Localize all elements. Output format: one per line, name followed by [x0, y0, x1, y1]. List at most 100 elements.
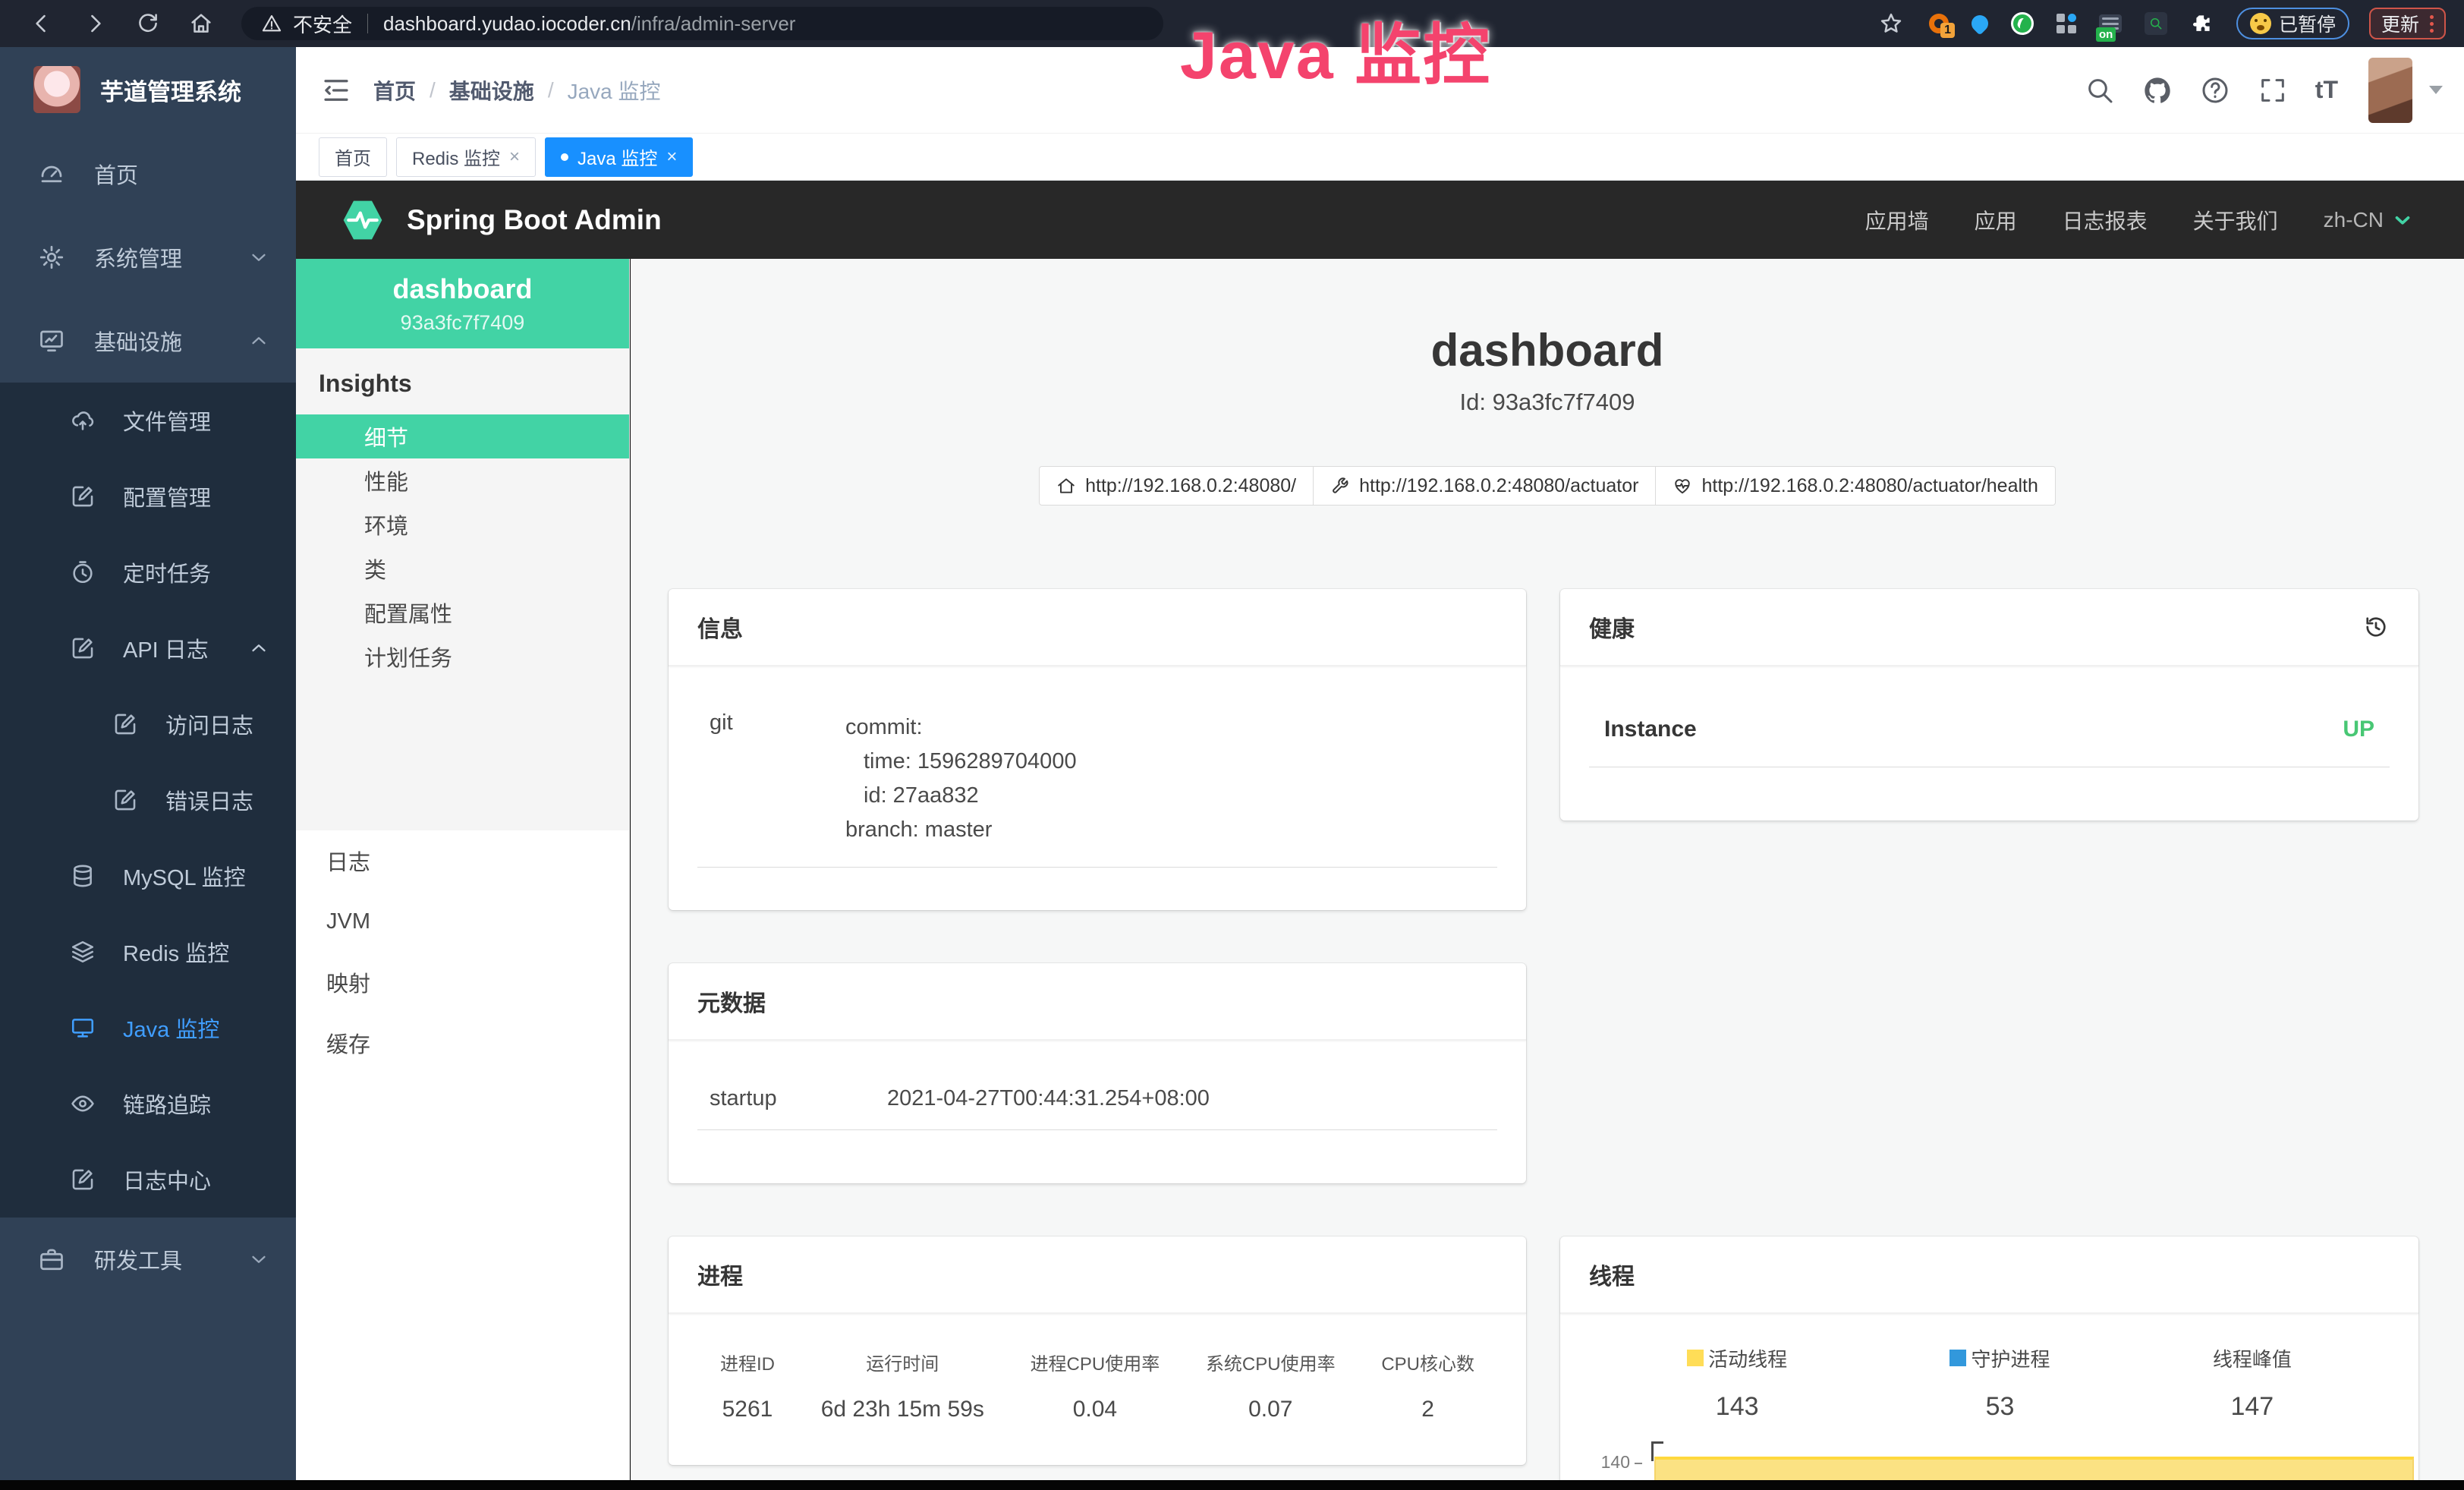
main-sidebar: 芋道管理系统 首页 系统管理 基础设施 文件管理 配置管理 定时任务 API 日…: [0, 47, 296, 1480]
sba-item-jvm[interactable]: JVM: [296, 891, 629, 952]
sidebar-item-dev-tools[interactable]: 研发工具: [0, 1218, 296, 1301]
chevron-up-icon: [247, 329, 270, 352]
instance-id: Id: 93a3fc7f7409: [631, 389, 2464, 416]
github-icon[interactable]: [2142, 75, 2173, 106]
extension-green-icon[interactable]: [2011, 12, 2034, 35]
sba-nav-about[interactable]: 关于我们: [2193, 205, 2278, 235]
sba-item-config-props[interactable]: 配置属性: [296, 591, 629, 635]
health-card: 健康 Instance UP: [1560, 589, 2418, 821]
extension-grid-icon[interactable]: [2056, 14, 2076, 33]
tab-java-monitor[interactable]: Java 监控 ×: [545, 137, 693, 177]
help-icon[interactable]: [2200, 75, 2230, 106]
heartbeat-icon: [1673, 476, 1692, 496]
extensions-puzzle-icon[interactable]: [2190, 12, 2213, 35]
sidebar-item-error-logs[interactable]: 错误日志: [0, 762, 296, 838]
browser-menu-kebab-icon[interactable]: [2430, 15, 2434, 33]
close-icon[interactable]: ×: [509, 146, 520, 168]
sba-logo-icon[interactable]: [338, 196, 387, 244]
home-browser-icon[interactable]: [188, 11, 214, 36]
service-url-button[interactable]: http://192.168.0.2:48080/: [1039, 466, 1314, 506]
status-badge: UP: [2343, 717, 2374, 742]
log-icon: [70, 635, 96, 661]
infra-icon: [38, 327, 65, 354]
sidebar-item-home[interactable]: 首页: [0, 132, 296, 216]
sidebar-item-trace[interactable]: 链路追踪: [0, 1066, 296, 1142]
profile-avatar-emoji: [2250, 13, 2271, 34]
app-header: 首页 / 基础设施 / Java 监控 tT: [296, 47, 2464, 134]
insights-section: Insights 细节 性能 环境 类 配置属性 计划任务: [296, 348, 629, 830]
breadcrumb-home[interactable]: 首页: [373, 75, 416, 106]
extension-pin-icon[interactable]: [1972, 15, 1988, 32]
sidebar-item-mysql-monitor[interactable]: MySQL 监控: [0, 838, 296, 914]
page-url: dashboard.yudao.iocoder.cn/infra/admin-s…: [383, 12, 795, 36]
git-commit-info: commit: time: 1596289704000 id: 27aa832 …: [845, 710, 1077, 847]
sidebar-item-file-management[interactable]: 文件管理: [0, 383, 296, 458]
sba-item-metrics[interactable]: 性能: [296, 458, 629, 502]
extension-zoom-icon[interactable]: [2145, 12, 2167, 35]
history-icon[interactable]: [2362, 613, 2390, 641]
sba-nav-applications[interactable]: 应用: [1975, 205, 2017, 235]
reload-icon[interactable]: [135, 11, 161, 36]
insights-heading: Insights: [296, 348, 629, 414]
app-logo-row[interactable]: 芋道管理系统: [0, 47, 296, 132]
chevron-down-icon: [2391, 209, 2414, 232]
actuator-url-button[interactable]: http://192.168.0.2:48080/actuator: [1314, 466, 1656, 506]
user-avatar[interactable]: [2368, 58, 2412, 123]
metadata-card-header: 元数据: [669, 963, 1526, 1041]
back-icon[interactable]: [29, 11, 55, 36]
instance-links: http://192.168.0.2:48080/ http://192.168…: [631, 466, 2464, 506]
sba-instance-header[interactable]: dashboard 93a3fc7f7409: [296, 259, 629, 348]
sidebar-item-java-monitor[interactable]: Java 监控: [0, 990, 296, 1066]
active-dot: [561, 153, 568, 161]
sba-item-caches[interactable]: 缓存: [296, 1013, 629, 1073]
sidebar-item-infrastructure[interactable]: 基础设施: [0, 299, 296, 383]
sidebar-item-api-logs[interactable]: API 日志: [0, 610, 296, 686]
sba-brand[interactable]: Spring Boot Admin: [407, 204, 662, 236]
log-icon: [112, 787, 138, 813]
tab-home[interactable]: 首页: [319, 137, 387, 177]
user-menu-caret-icon[interactable]: [2429, 86, 2443, 94]
update-label: 更新: [2381, 10, 2419, 37]
textsize-icon[interactable]: tT: [2315, 76, 2338, 104]
legend-swatch-yellow: [1687, 1350, 1704, 1366]
sba-item-logs[interactable]: 日志: [296, 830, 629, 891]
browser-update-chip[interactable]: 更新: [2369, 8, 2446, 39]
insecure-warning-icon: [261, 13, 282, 34]
locale-selector[interactable]: zh-CN: [2324, 208, 2414, 232]
url-divider: [367, 14, 368, 33]
sidebar-item-config-management[interactable]: 配置管理: [0, 458, 296, 534]
address-bar[interactable]: 不安全 dashboard.yudao.iocoder.cn/infra/adm…: [241, 7, 1163, 40]
eye-icon: [70, 1091, 96, 1117]
forward-icon[interactable]: [82, 11, 108, 36]
legend-daemon-threads: 守护进程 53: [1949, 1344, 2050, 1422]
sidebar-item-log-center[interactable]: 日志中心: [0, 1142, 296, 1218]
tab-redis-monitor[interactable]: Redis 监控 ×: [396, 137, 536, 177]
search-icon[interactable]: [2085, 75, 2115, 106]
extension-list-icon[interactable]: on: [2099, 14, 2122, 33]
sba-nav-wallboard[interactable]: 应用墙: [1865, 205, 1929, 235]
sba-item-classes[interactable]: 类: [296, 547, 629, 591]
sidebar-item-system[interactable]: 系统管理: [0, 216, 296, 299]
database-icon: [70, 863, 96, 889]
chevron-down-icon: [247, 246, 270, 269]
breadcrumb-current: Java 监控: [568, 75, 661, 106]
breadcrumb-infra[interactable]: 基础设施: [449, 75, 534, 106]
sba-item-environment[interactable]: 环境: [296, 502, 629, 547]
sidebar-item-redis-monitor[interactable]: Redis 监控: [0, 914, 296, 990]
gauge-icon: [38, 160, 65, 187]
sba-item-mappings[interactable]: 映射: [296, 952, 629, 1013]
sba-item-details[interactable]: 细节: [296, 414, 629, 458]
sidebar-item-access-logs[interactable]: 访问日志: [0, 686, 296, 762]
chart-area-live-threads: [1654, 1457, 2414, 1480]
cloud-upload-icon: [70, 408, 96, 433]
extension-orange-icon[interactable]: 1: [1929, 14, 1949, 33]
hamburger-icon[interactable]: [320, 74, 352, 106]
bookmark-star-icon[interactable]: [1878, 11, 1904, 36]
health-url-button[interactable]: http://192.168.0.2:48080/actuator/health: [1656, 466, 2055, 506]
sba-item-scheduled-tasks[interactable]: 计划任务: [296, 635, 629, 679]
sidebar-item-scheduled-jobs[interactable]: 定时任务: [0, 534, 296, 610]
profile-paused-chip[interactable]: 已暂停: [2236, 8, 2349, 39]
fullscreen-icon[interactable]: [2258, 75, 2288, 106]
sba-nav-journal[interactable]: 日志报表: [2063, 205, 2148, 235]
close-icon[interactable]: ×: [666, 146, 677, 168]
